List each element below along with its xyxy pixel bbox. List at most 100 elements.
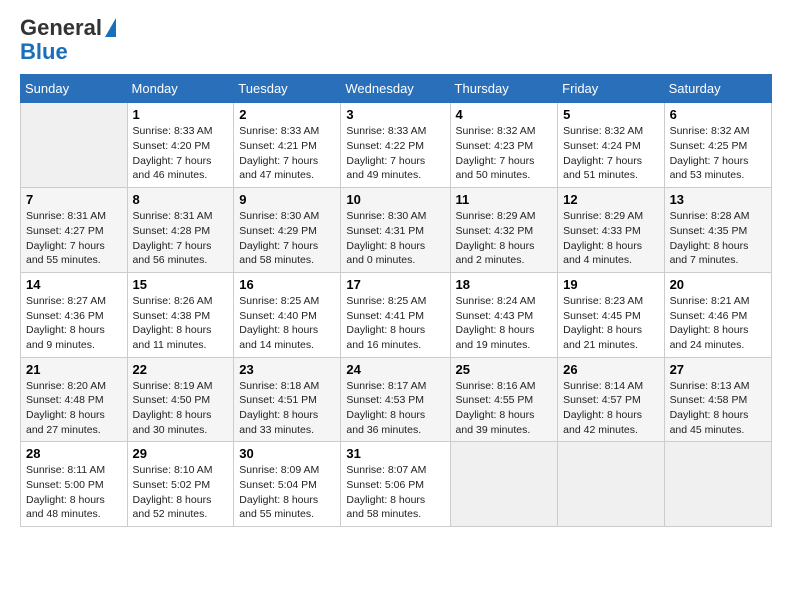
day-number: 4 (456, 107, 553, 122)
day-cell: 7 Sunrise: 8:31 AM Sunset: 4:27 PM Daylig… (21, 188, 128, 273)
day-info: Sunrise: 8:14 AM Sunset: 4:57 PM Dayligh… (563, 379, 658, 438)
day-number: 18 (456, 277, 553, 292)
day-number: 9 (239, 192, 335, 207)
logo-triangle-icon (105, 18, 116, 37)
day-info: Sunrise: 8:32 AM Sunset: 4:24 PM Dayligh… (563, 124, 658, 183)
day-cell: 16 Sunrise: 8:25 AM Sunset: 4:40 PM Dayli… (234, 272, 341, 357)
day-info: Sunrise: 8:25 AM Sunset: 4:41 PM Dayligh… (346, 294, 444, 353)
day-info: Sunrise: 8:17 AM Sunset: 4:53 PM Dayligh… (346, 379, 444, 438)
day-cell (558, 442, 664, 527)
week-row-5: 28Sunrise: 8:11 AM Sunset: 5:00 PM Dayli… (21, 442, 772, 527)
day-info: Sunrise: 8:30 AM Sunset: 4:31 PM Dayligh… (346, 209, 444, 268)
day-cell: 6Sunrise: 8:32 AM Sunset: 4:25 PM Daylig… (664, 103, 771, 188)
day-number: 11 (456, 192, 553, 207)
day-cell: 15 Sunrise: 8:26 AM Sunset: 4:38 PM Dayli… (127, 272, 234, 357)
day-cell: 24 Sunrise: 8:17 AM Sunset: 4:53 PM Dayli… (341, 357, 450, 442)
day-number: 30 (239, 446, 335, 461)
day-info: Sunrise: 8:16 AM Sunset: 4:55 PM Dayligh… (456, 379, 553, 438)
day-number: 10 (346, 192, 444, 207)
day-info: Sunrise: 8:29 AM Sunset: 4:33 PM Dayligh… (563, 209, 658, 268)
day-info: Sunrise: 8:31 AM Sunset: 4:27 PM Dayligh… (26, 209, 122, 268)
col-header-saturday: Saturday (664, 75, 771, 103)
day-info: Sunrise: 8:33 AM Sunset: 4:21 PM Dayligh… (239, 124, 335, 183)
day-cell: 20 Sunrise: 8:21 AM Sunset: 4:46 PM Dayli… (664, 272, 771, 357)
day-info: Sunrise: 8:29 AM Sunset: 4:32 PM Dayligh… (456, 209, 553, 268)
day-number: 16 (239, 277, 335, 292)
day-number: 23 (239, 362, 335, 377)
day-cell: 2 Sunrise: 8:33 AM Sunset: 4:21 PM Daylig… (234, 103, 341, 188)
day-cell: 25 Sunrise: 8:16 AM Sunset: 4:55 PM Dayli… (450, 357, 558, 442)
day-cell: 21 Sunrise: 8:20 AM Sunset: 4:48 PM Dayli… (21, 357, 128, 442)
day-cell: 19 Sunrise: 8:23 AM Sunset: 4:45 PM Dayli… (558, 272, 664, 357)
day-info: Sunrise: 8:32 AM Sunset: 4:23 PM Dayligh… (456, 124, 553, 183)
day-info: Sunrise: 8:27 AM Sunset: 4:36 PM Dayligh… (26, 294, 122, 353)
day-info: Sunrise: 8:10 AM Sunset: 5:02 PM Dayligh… (133, 463, 229, 522)
day-info: Sunrise: 8:25 AM Sunset: 4:40 PM Dayligh… (239, 294, 335, 353)
day-cell (664, 442, 771, 527)
calendar-header-row: SundayMondayTuesdayWednesdayThursdayFrid… (21, 75, 772, 103)
day-info: Sunrise: 8:30 AM Sunset: 4:29 PM Dayligh… (239, 209, 335, 268)
logo-general: General (20, 16, 102, 40)
col-header-wednesday: Wednesday (341, 75, 450, 103)
day-info: Sunrise: 8:09 AM Sunset: 5:04 PM Dayligh… (239, 463, 335, 522)
day-number: 15 (133, 277, 229, 292)
day-info: Sunrise: 8:23 AM Sunset: 4:45 PM Dayligh… (563, 294, 658, 353)
day-cell: 18 Sunrise: 8:24 AM Sunset: 4:43 PM Dayli… (450, 272, 558, 357)
col-header-sunday: Sunday (21, 75, 128, 103)
week-row-3: 14 Sunrise: 8:27 AM Sunset: 4:36 PM Dayli… (21, 272, 772, 357)
day-number: 17 (346, 277, 444, 292)
day-number: 13 (670, 192, 766, 207)
day-info: Sunrise: 8:24 AM Sunset: 4:43 PM Dayligh… (456, 294, 553, 353)
day-number: 20 (670, 277, 766, 292)
day-info: Sunrise: 8:11 AM Sunset: 5:00 PM Dayligh… (26, 463, 122, 522)
day-number: 12 (563, 192, 658, 207)
day-info: Sunrise: 8:33 AM Sunset: 4:22 PM Dayligh… (346, 124, 444, 183)
day-info: Sunrise: 8:26 AM Sunset: 4:38 PM Dayligh… (133, 294, 229, 353)
main-container: General Blue SundayMondayTuesdayWednesda… (0, 0, 792, 537)
day-number: 25 (456, 362, 553, 377)
day-cell: 27 Sunrise: 8:13 AM Sunset: 4:58 PM Dayli… (664, 357, 771, 442)
logo-text-block: General Blue (20, 16, 116, 64)
day-info: Sunrise: 8:18 AM Sunset: 4:51 PM Dayligh… (239, 379, 335, 438)
day-number: 27 (670, 362, 766, 377)
day-number: 1 (133, 107, 229, 122)
day-info: Sunrise: 8:07 AM Sunset: 5:06 PM Dayligh… (346, 463, 444, 522)
day-number: 22 (133, 362, 229, 377)
day-number: 8 (133, 192, 229, 207)
day-cell: 1 Sunrise: 8:33 AM Sunset: 4:20 PM Daylig… (127, 103, 234, 188)
day-number: 3 (346, 107, 444, 122)
day-number: 19 (563, 277, 658, 292)
week-row-4: 21 Sunrise: 8:20 AM Sunset: 4:48 PM Dayli… (21, 357, 772, 442)
day-number: 21 (26, 362, 122, 377)
logo-blue: Blue (20, 40, 116, 64)
day-info: Sunrise: 8:21 AM Sunset: 4:46 PM Dayligh… (670, 294, 766, 353)
day-info: Sunrise: 8:31 AM Sunset: 4:28 PM Dayligh… (133, 209, 229, 268)
day-number: 14 (26, 277, 122, 292)
day-cell: 8 Sunrise: 8:31 AM Sunset: 4:28 PM Daylig… (127, 188, 234, 273)
calendar-table: SundayMondayTuesdayWednesdayThursdayFrid… (20, 74, 772, 527)
day-number: 5 (563, 107, 658, 122)
day-cell: 9 Sunrise: 8:30 AM Sunset: 4:29 PM Daylig… (234, 188, 341, 273)
day-number: 24 (346, 362, 444, 377)
col-header-friday: Friday (558, 75, 664, 103)
col-header-thursday: Thursday (450, 75, 558, 103)
day-number: 2 (239, 107, 335, 122)
week-row-1: 1 Sunrise: 8:33 AM Sunset: 4:20 PM Daylig… (21, 103, 772, 188)
day-info: Sunrise: 8:32 AM Sunset: 4:25 PM Dayligh… (670, 124, 766, 183)
day-cell: 12 Sunrise: 8:29 AM Sunset: 4:33 PM Dayli… (558, 188, 664, 273)
day-number: 7 (26, 192, 122, 207)
col-header-monday: Monday (127, 75, 234, 103)
day-number: 31 (346, 446, 444, 461)
day-cell: 10 Sunrise: 8:30 AM Sunset: 4:31 PM Dayli… (341, 188, 450, 273)
day-cell: 14 Sunrise: 8:27 AM Sunset: 4:36 PM Dayli… (21, 272, 128, 357)
day-info: Sunrise: 8:20 AM Sunset: 4:48 PM Dayligh… (26, 379, 122, 438)
day-number: 26 (563, 362, 658, 377)
day-cell: 29Sunrise: 8:10 AM Sunset: 5:02 PM Dayli… (127, 442, 234, 527)
day-cell: 22 Sunrise: 8:19 AM Sunset: 4:50 PM Dayli… (127, 357, 234, 442)
day-info: Sunrise: 8:19 AM Sunset: 4:50 PM Dayligh… (133, 379, 229, 438)
day-cell: 30 Sunrise: 8:09 AM Sunset: 5:04 PM Dayli… (234, 442, 341, 527)
day-info: Sunrise: 8:13 AM Sunset: 4:58 PM Dayligh… (670, 379, 766, 438)
day-info: Sunrise: 8:33 AM Sunset: 4:20 PM Dayligh… (133, 124, 229, 183)
week-row-2: 7 Sunrise: 8:31 AM Sunset: 4:27 PM Daylig… (21, 188, 772, 273)
day-cell: 31 Sunrise: 8:07 AM Sunset: 5:06 PM Dayli… (341, 442, 450, 527)
